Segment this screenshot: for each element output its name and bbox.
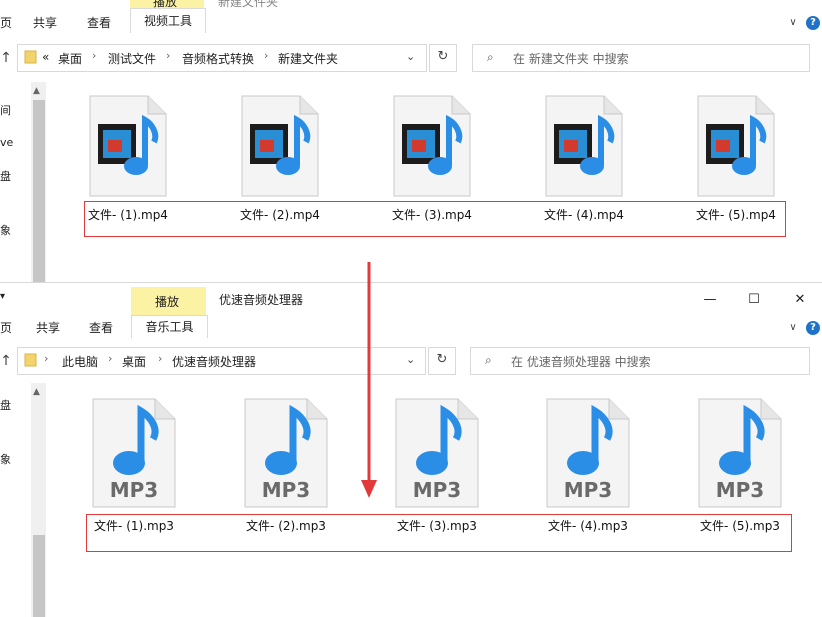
breadcrumb-item[interactable]: 音频格式转换 xyxy=(182,50,254,67)
chevron-right-icon[interactable]: › xyxy=(92,49,96,62)
mp3-icon-label: MP3 xyxy=(716,478,764,502)
mp3-icon-label: MP3 xyxy=(413,478,461,502)
refresh-icon[interactable]: ↻ xyxy=(429,44,457,72)
chevron-down-icon[interactable]: ⌄ xyxy=(406,50,415,63)
chevron-right-icon[interactable]: › xyxy=(108,352,112,365)
mp3-file-icon: MP3 xyxy=(698,398,782,508)
search-placeholder: 在 新建文件夹 中搜索 xyxy=(513,52,629,66)
address-bar[interactable]: « 桌面 › 测试文件 › 音频格式转换 › 新建文件夹 ⌄ xyxy=(17,44,427,72)
breadcrumb-item[interactable]: 优速音频处理器 xyxy=(172,353,256,370)
navigation-pane: 盘 象 xyxy=(0,383,30,617)
folder-icon xyxy=(24,353,37,367)
refresh-icon[interactable]: ↻ xyxy=(428,347,456,375)
mp3-icon-label: MP3 xyxy=(110,478,158,502)
arrow-up-icon[interactable]: ↑ xyxy=(0,353,12,369)
mp3-file-icon: MP3 xyxy=(92,398,176,508)
search-input[interactable]: ⌕ 在 优速音频处理器 中搜索 xyxy=(470,347,810,375)
scrollbar-thumb[interactable] xyxy=(33,535,45,617)
tab-home-partial[interactable]: 页 xyxy=(0,319,12,336)
breadcrumb-item[interactable]: 桌面 xyxy=(58,50,82,67)
ribbon-tabs: ▾ 页 共享 查看 播放 音乐工具 优速音频处理器 — ☐ ✕ ∨ ? xyxy=(0,283,822,338)
nav-item-partial[interactable]: 盘 xyxy=(0,168,11,184)
help-icon[interactable]: ? xyxy=(806,321,820,335)
context-group-label: 播放 xyxy=(155,295,180,309)
video-file-icon xyxy=(545,95,623,197)
search-input[interactable]: ⌕ 在 新建文件夹 中搜索 xyxy=(472,44,810,72)
chevron-down-icon[interactable]: ⌄ xyxy=(406,353,415,366)
tab-view[interactable]: 查看 xyxy=(87,14,111,31)
nav-item-partial[interactable]: 象 xyxy=(0,222,11,238)
mp3-file-icon: MP3 xyxy=(395,398,479,508)
mp3-icon-label: MP3 xyxy=(564,478,612,502)
arrow-up-icon[interactable]: ↑ xyxy=(0,50,12,66)
video-file-icon xyxy=(241,95,319,197)
ribbon-tabs: 页 共享 查看 播放 视频工具 新建文件夹 ∨ ? xyxy=(0,0,822,34)
scroll-up-icon[interactable]: ▲ xyxy=(33,387,40,397)
annotation-highlight-box xyxy=(84,201,786,237)
window-title: 优速音频处理器 xyxy=(219,293,304,307)
breadcrumb-item[interactable]: 测试文件 xyxy=(108,50,156,67)
folder-icon xyxy=(24,50,37,64)
explorer-window-audio: ▾ 页 共享 查看 播放 音乐工具 优速音频处理器 — ☐ ✕ ∨ ? ↑ › … xyxy=(0,282,822,617)
help-icon[interactable]: ? xyxy=(806,16,820,30)
ribbon-collapse-icon[interactable]: ∨ xyxy=(786,321,800,335)
tab-music-tools[interactable]: 音乐工具 xyxy=(131,315,208,338)
minimize-icon[interactable]: — xyxy=(695,291,725,309)
mp3-icon-label: MP3 xyxy=(262,478,310,502)
nav-item-partial[interactable]: 象 xyxy=(0,451,11,467)
tab-share[interactable]: 共享 xyxy=(33,14,57,31)
tab-share[interactable]: 共享 xyxy=(36,319,60,336)
nav-item-partial[interactable]: ve xyxy=(0,136,13,149)
annotation-highlight-box xyxy=(86,514,792,552)
breadcrumb-item[interactable]: 新建文件夹 xyxy=(278,50,338,67)
chevron-right-icon[interactable]: › xyxy=(264,49,268,62)
annotation-arrow-down-icon xyxy=(361,262,377,498)
mp3-file-icon: MP3 xyxy=(244,398,328,508)
video-file-icon xyxy=(393,95,471,197)
video-file-icon xyxy=(89,95,167,197)
address-row: ↑ « 桌面 › 测试文件 › 音频格式转换 › 新建文件夹 ⌄ ↻ ⌕ 在 新… xyxy=(0,38,822,78)
ribbon-collapse-icon[interactable]: ∨ xyxy=(786,16,800,30)
nav-item-partial[interactable]: 间 xyxy=(0,102,11,118)
video-file-icon xyxy=(697,95,775,197)
search-icon: ⌕ xyxy=(487,50,494,64)
search-placeholder: 在 优速音频处理器 中搜索 xyxy=(511,355,651,369)
window-title: 新建文件夹 xyxy=(218,0,279,9)
navigation-pane: 间 ve 盘 象 xyxy=(0,80,30,280)
address-row: ↑ › 此电脑 › 桌面 › 优速音频处理器 ⌄ ↻ ⌕ 在 优速音频处理器 中… xyxy=(0,341,822,381)
mp3-file-icon: MP3 xyxy=(546,398,630,508)
nav-item-partial[interactable]: 盘 xyxy=(0,397,11,413)
search-icon: ⌕ xyxy=(485,353,492,367)
close-icon[interactable]: ✕ xyxy=(785,291,815,309)
maximize-icon[interactable]: ☐ xyxy=(739,291,769,309)
chevron-right-icon[interactable]: › xyxy=(166,49,170,62)
chevron-right-icon[interactable]: › xyxy=(158,352,162,365)
breadcrumb-item[interactable]: 桌面 xyxy=(122,353,146,370)
scroll-up-icon[interactable]: ▲ xyxy=(33,86,40,96)
quick-access-menu-icon[interactable]: ▾ xyxy=(0,291,5,302)
explorer-window-video: 页 共享 查看 播放 视频工具 新建文件夹 ∨ ? ↑ « 桌面 › 测试文件 … xyxy=(0,0,822,282)
tab-video-tools[interactable]: 视频工具 xyxy=(130,8,206,33)
tab-view[interactable]: 查看 xyxy=(89,319,113,336)
chevron-right-icon[interactable]: › xyxy=(44,352,48,365)
tab-home-partial[interactable]: 页 xyxy=(0,14,12,31)
breadcrumb-item[interactable]: 此电脑 xyxy=(62,353,98,370)
breadcrumb-overflow[interactable]: « xyxy=(42,50,49,64)
scrollbar-thumb[interactable] xyxy=(33,100,45,282)
